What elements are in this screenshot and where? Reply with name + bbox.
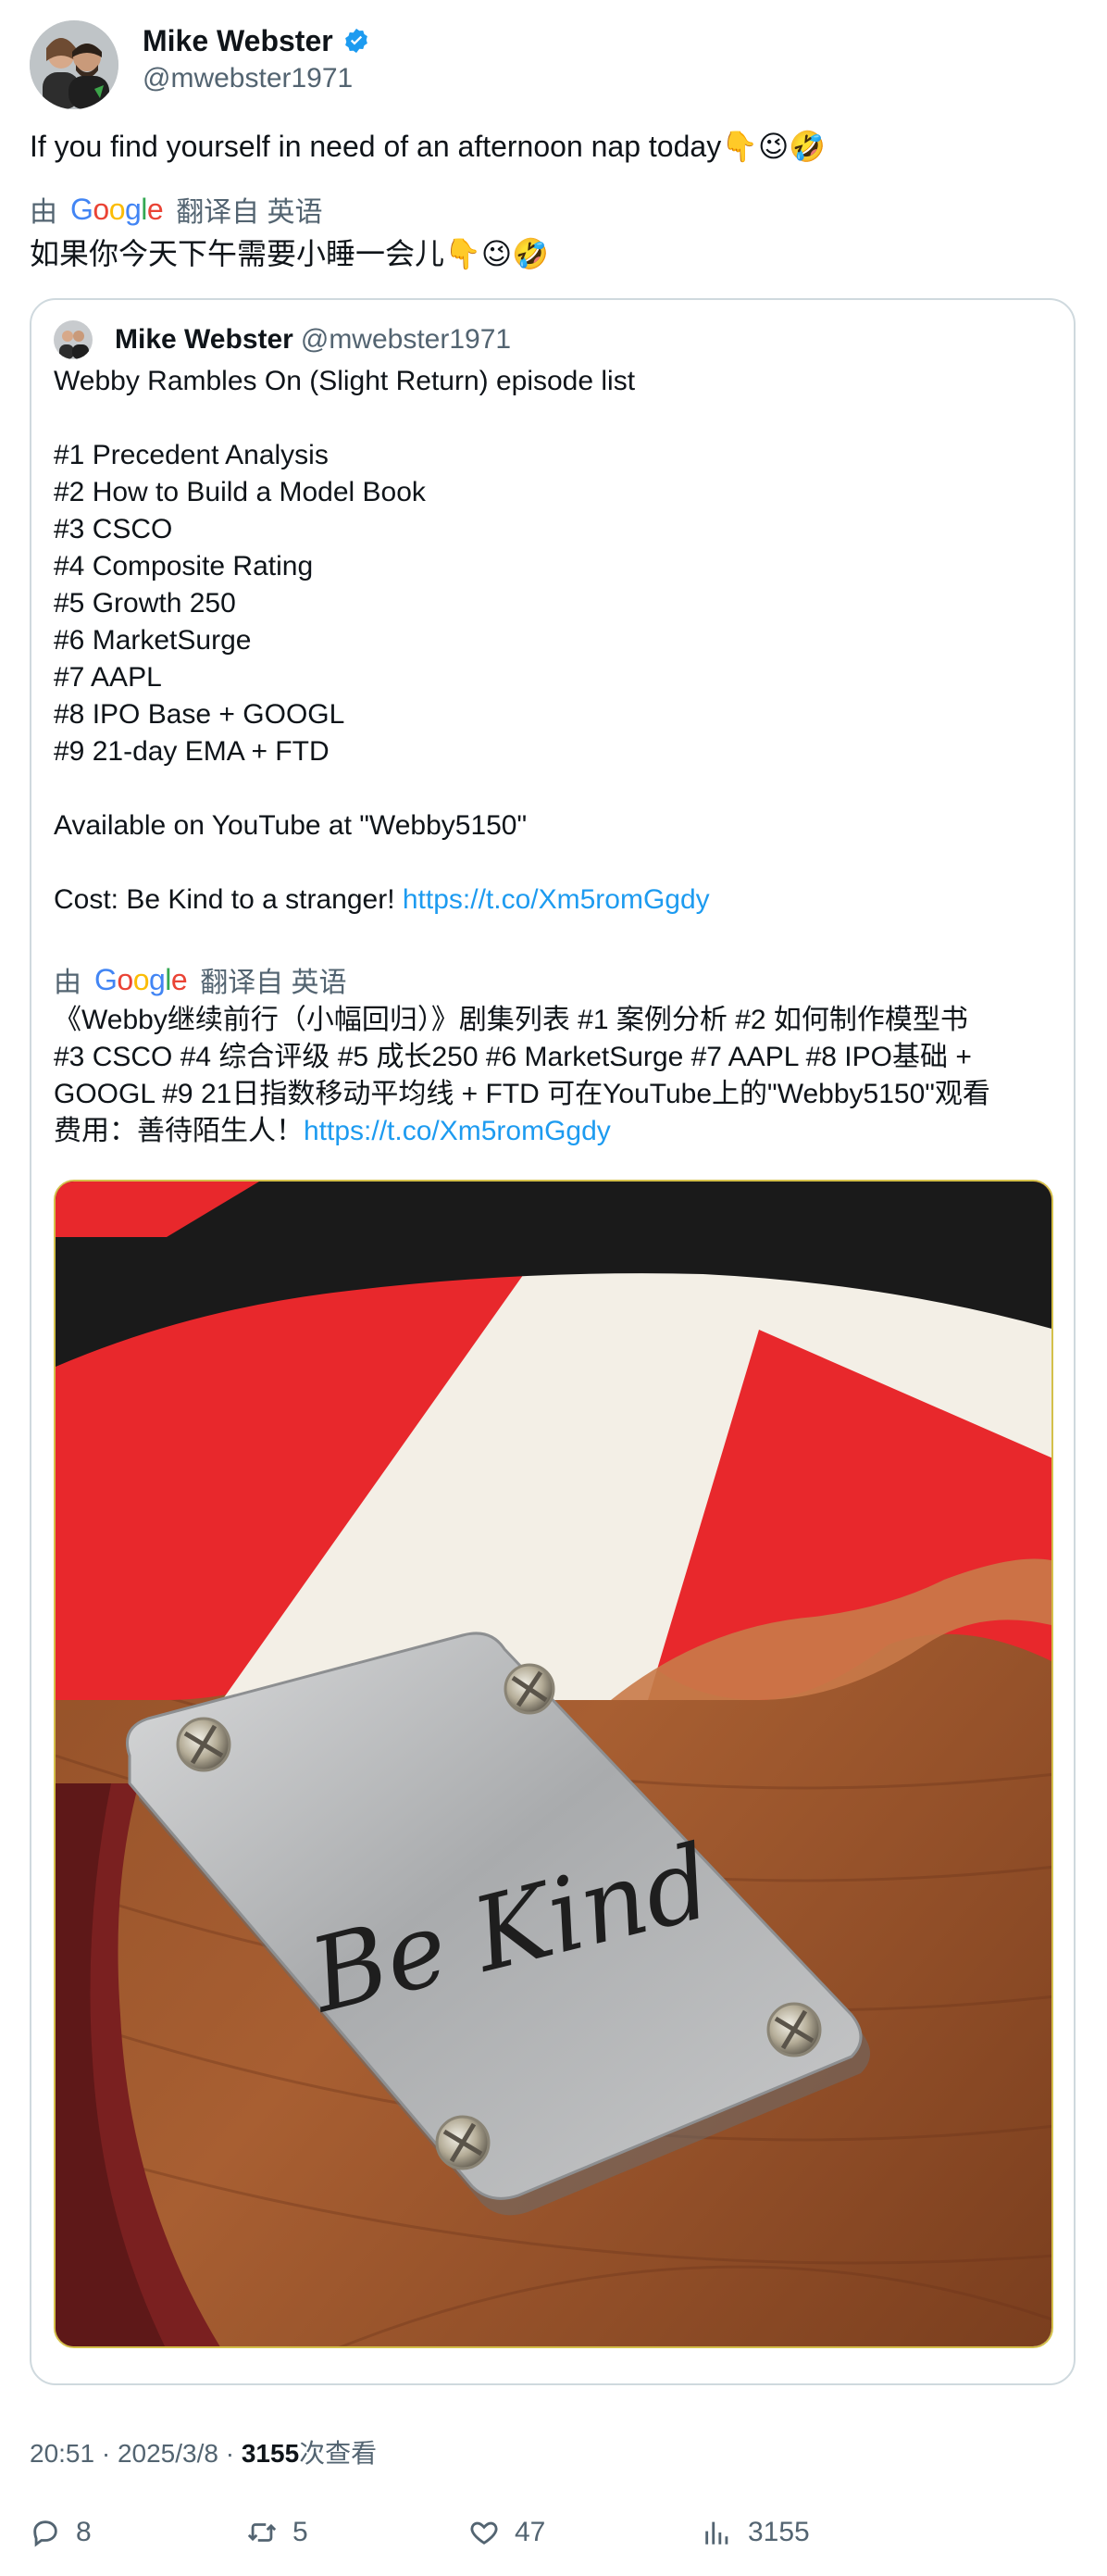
- like-button[interactable]: 47: [468, 2517, 545, 2548]
- reply-icon: [33, 2520, 57, 2547]
- translated-line: GOOGL #9 21日指数移动平均线 + FTD 可在YouTube上的"We…: [54, 1079, 990, 1109]
- reply-button[interactable]: 8: [30, 2517, 92, 2548]
- episode-item: #2 How to Build a Model Book: [54, 477, 426, 507]
- quoted-author-handle: @mwebster1971: [300, 324, 512, 355]
- tweet-timestamp[interactable]: 20:51 · 2025/3/8 · 3155次查看: [30, 2433, 377, 2470]
- google-logo-icon: Google: [94, 962, 188, 996]
- quoted-translated-text: 《Webby继续前行（小幅回归）》剧集列表 #1 案例分析 #2 如何制作模型书…: [54, 1002, 1053, 1150]
- tweet-date: 2025/3/8: [117, 2439, 218, 2468]
- availability-text: Available on YouTube at "Webby5150": [54, 810, 528, 841]
- episode-item: #7 AAPL: [54, 662, 162, 693]
- episode-item: #6 MarketSurge: [54, 625, 252, 656]
- episode-item: #8 IPO Base + GOOGL: [54, 699, 345, 730]
- episode-item: #9 21-day EMA + FTD: [54, 736, 330, 767]
- retweet-count: 5: [292, 2517, 308, 2547]
- tweet-page: Mike Webster @mwebster1971 If you find y…: [0, 0, 1107, 2576]
- translated-link[interactable]: https://t.co/Xm5romGgdy: [304, 1116, 611, 1146]
- translation-prefix: 由: [54, 968, 81, 998]
- quoted-tweet-body: Webby Rambles On (Slight Return) episode…: [54, 363, 1053, 919]
- retweet-button[interactable]: 5: [246, 2517, 308, 2548]
- heart-icon: [470, 2521, 498, 2545]
- translated-text: 如果你今天下午需要小睡一会儿👇😉🤣: [30, 237, 550, 270]
- translation-suffix[interactable]: 翻译自 英语: [200, 959, 346, 1000]
- views-chart-icon: [705, 2521, 728, 2545]
- reply-count: 8: [76, 2517, 92, 2547]
- quoted-author-name: Mike Webster: [115, 324, 293, 355]
- translated-line: #3 CSCO #4 综合评级 #5 成长250 #6 MarketSurge …: [54, 1042, 972, 1072]
- tweet-text: If you find yourself in need of an after…: [30, 130, 827, 163]
- avatar[interactable]: [30, 20, 118, 109]
- retweet-icon: [247, 2523, 277, 2542]
- action-bar: 8 5 47 3155: [30, 2517, 1076, 2561]
- like-count: 47: [515, 2517, 546, 2547]
- google-logo-icon: Google: [70, 192, 164, 226]
- quoted-title: Webby Rambles On (Slight Return) episode…: [54, 366, 636, 396]
- cost-text: Cost: Be Kind to a stranger!: [54, 884, 395, 915]
- quoted-link[interactable]: https://t.co/Xm5romGgdy: [403, 884, 710, 915]
- translated-line: 《Webby继续前行（小幅回归）》剧集列表 #1 案例分析 #2 如何制作模型书: [54, 1005, 968, 1035]
- tweet-time: 20:51: [30, 2439, 95, 2468]
- quoted-tweet-header: Mike Webster @mwebster1971: [54, 320, 511, 359]
- translated-line-last: 费用：善待陌生人！https://t.co/Xm5romGgdy: [54, 1116, 611, 1146]
- quoted-tweet[interactable]: Mike Webster @mwebster1971 Webby Rambles…: [30, 298, 1076, 2385]
- translation-prefix: 由: [30, 197, 57, 228]
- quoted-translation-attribution: 由 Google 翻译自 英语: [54, 959, 347, 1000]
- translation-suffix[interactable]: 翻译自 英语: [176, 189, 322, 230]
- views-button[interactable]: 3155: [702, 2517, 810, 2548]
- view-label: 次查看: [299, 2439, 378, 2468]
- tweet-photo[interactable]: Be Kind: [54, 1180, 1053, 2348]
- cost-line: Cost: Be Kind to a stranger! https://t.c…: [54, 882, 1053, 919]
- episode-item: #1 Precedent Analysis: [54, 440, 329, 470]
- view-count: 3155: [241, 2439, 300, 2468]
- author-name[interactable]: Mike Webster: [143, 22, 333, 59]
- verified-badge-icon: [344, 28, 367, 54]
- author-handle[interactable]: @mwebster1971: [143, 61, 370, 96]
- translation-attribution: 由 Google 翻译自 英语: [30, 189, 323, 230]
- views-count: 3155: [748, 2517, 810, 2547]
- episode-item: #4 Composite Rating: [54, 551, 314, 581]
- episode-item: #3 CSCO: [54, 514, 173, 544]
- tweet-author: Mike Webster @mwebster1971: [30, 20, 370, 109]
- quoted-avatar: [54, 320, 93, 359]
- episode-item: #5 Growth 250: [54, 588, 236, 619]
